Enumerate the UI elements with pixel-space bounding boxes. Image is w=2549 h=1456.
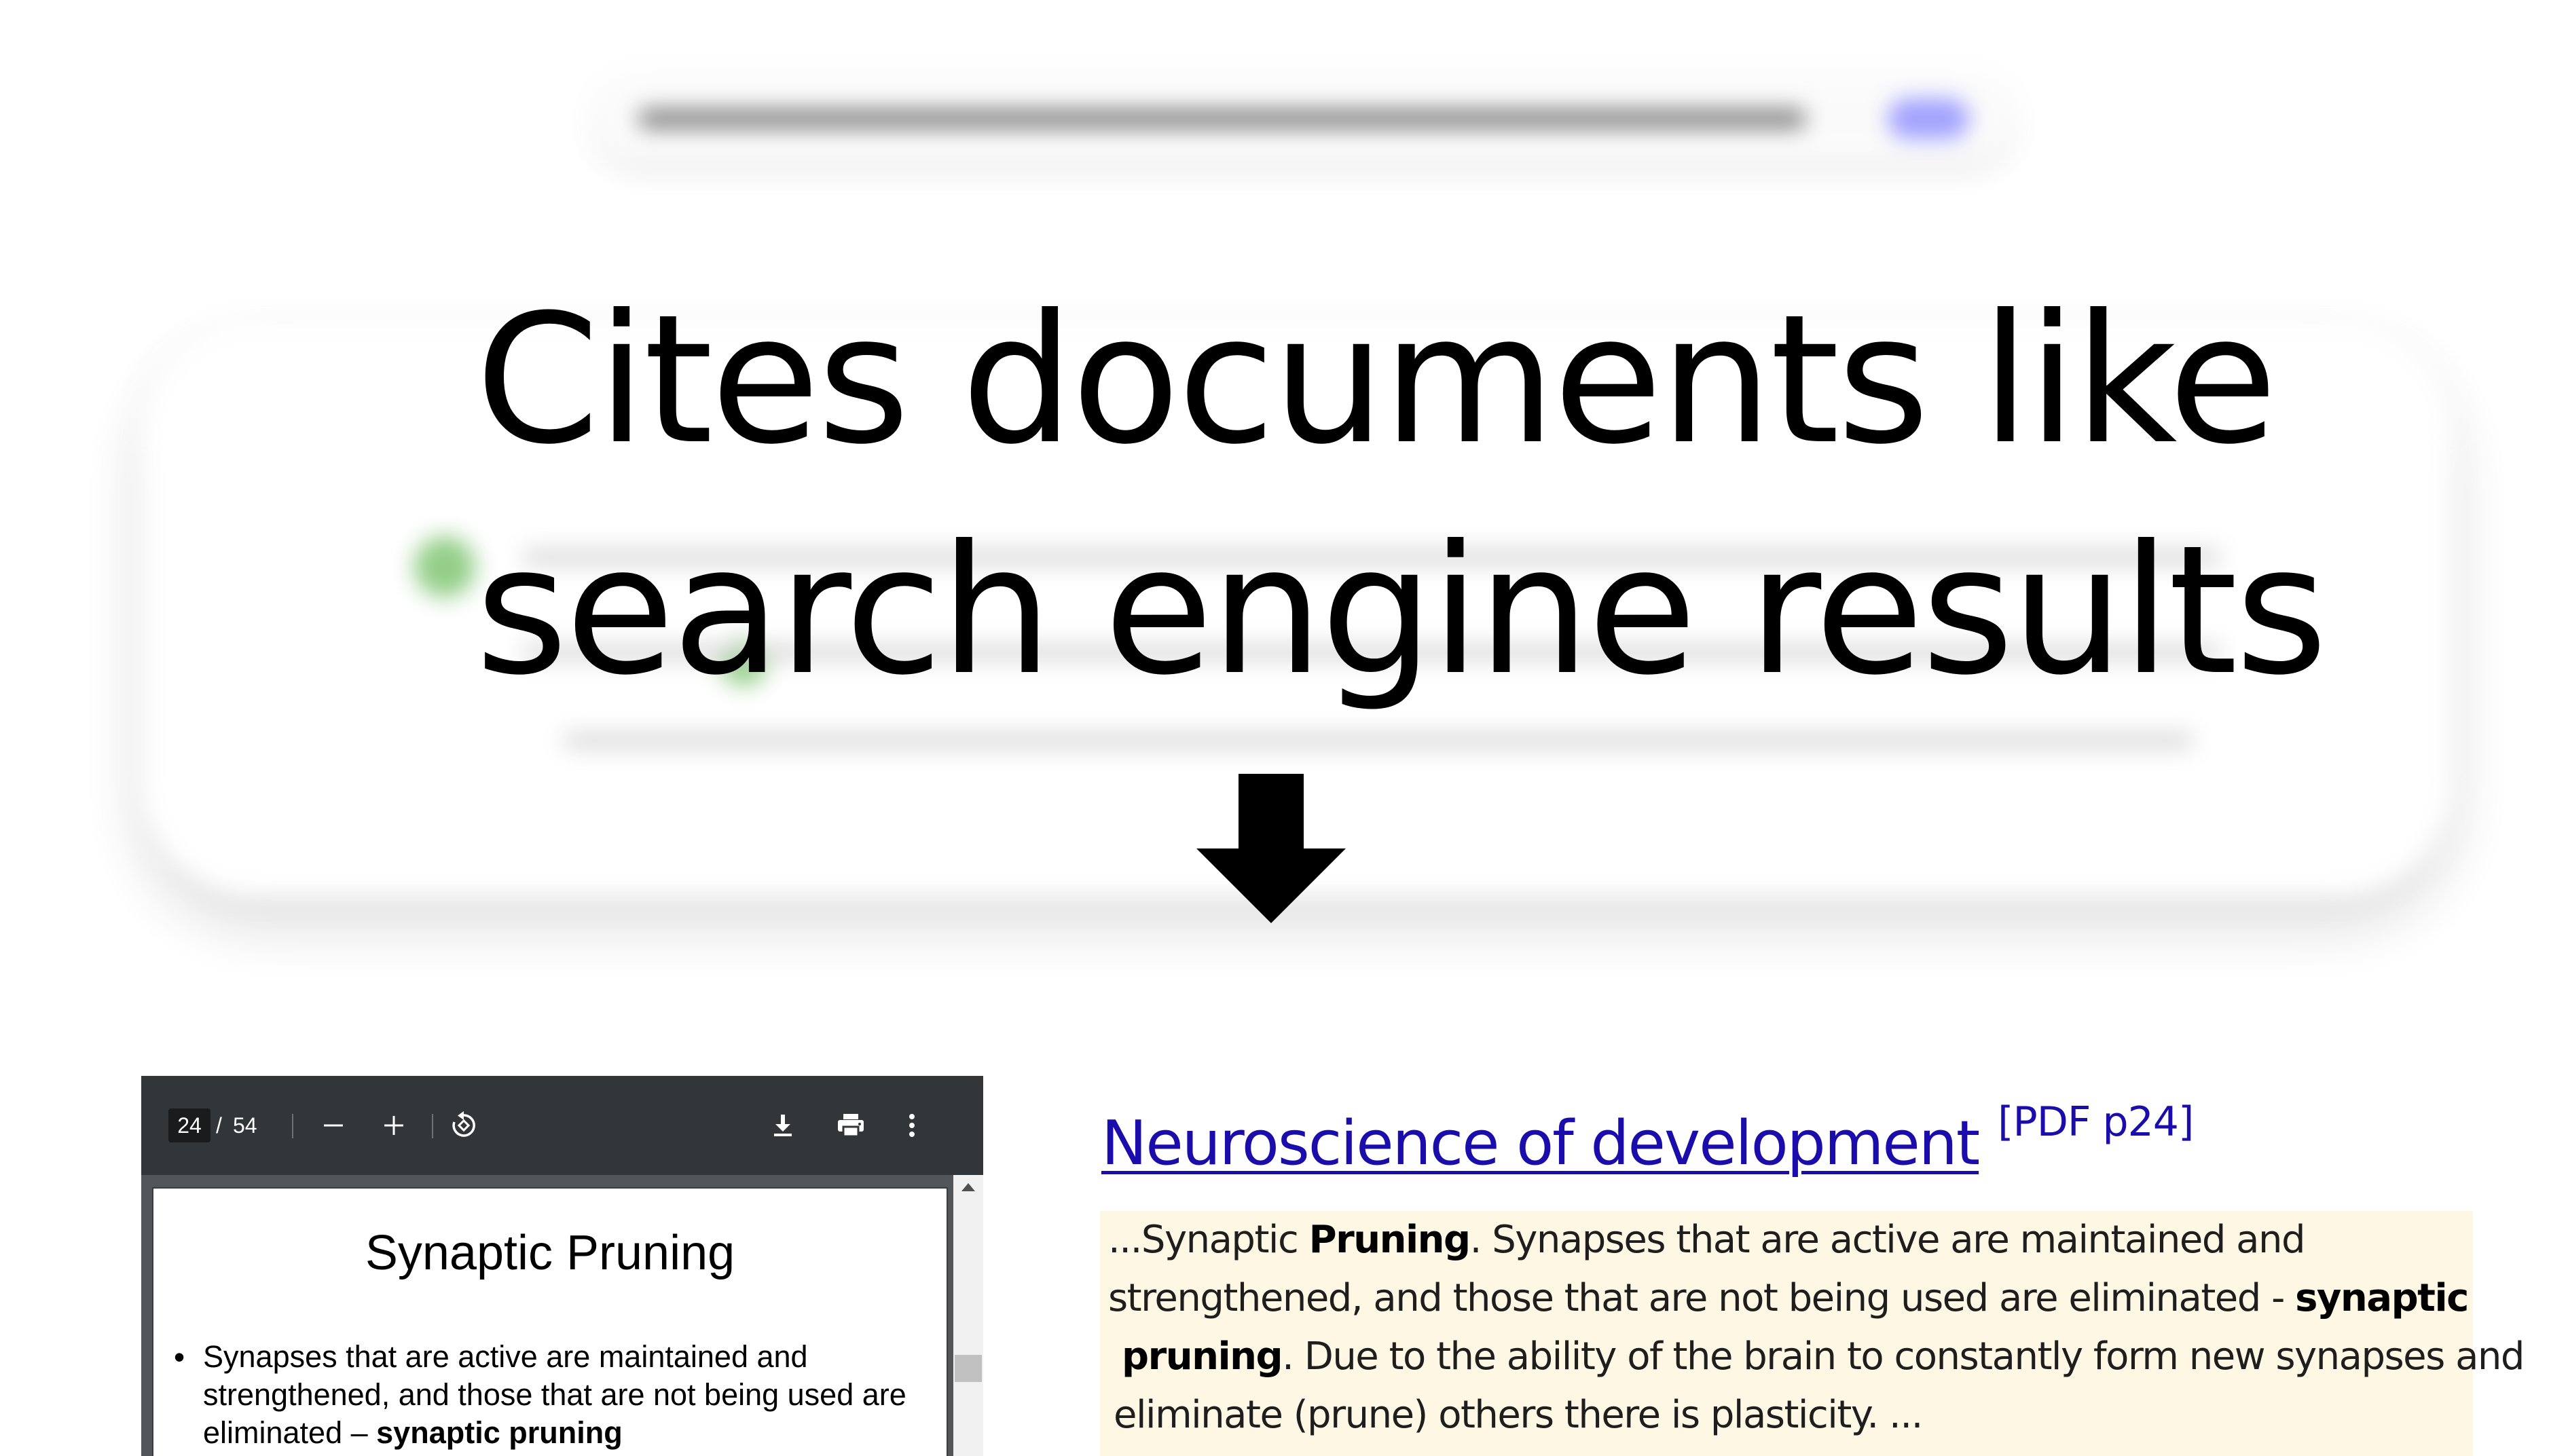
pdf-toolbar: 24 / 54	[141, 1076, 983, 1175]
blurred-search-button	[1888, 98, 1969, 139]
pdf-viewer: 24 / 54 Synaptic Pruning • Synapses that…	[141, 1076, 983, 1456]
pdf-scrollbar[interactable]	[953, 1175, 983, 1456]
print-icon	[838, 1114, 864, 1138]
blurred-text-line	[564, 733, 2193, 748]
snippet-highlight: synaptic	[2295, 1276, 2469, 1320]
slide-bullet-text: Synapses that are active are maintained …	[203, 1338, 936, 1452]
zoom-out-button[interactable]	[316, 1108, 350, 1142]
scroll-up-arrow-icon[interactable]	[961, 1183, 975, 1191]
headline-line-1: Cites documents like	[475, 276, 2277, 483]
slide-canvas: Cites documents like search engine resul…	[0, 0, 2549, 1456]
blurred-search-bar	[598, 78, 2010, 160]
blurred-favicon	[414, 536, 475, 597]
rotate-button[interactable]	[445, 1107, 482, 1144]
scroll-thumb[interactable]	[955, 1355, 982, 1382]
snippet-line: ...Synaptic Pruning. Synapses that are a…	[1108, 1211, 2306, 1269]
result-pdf-page-tag[interactable]: [PDF p24]	[1998, 1098, 2194, 1146]
blurred-search-text	[638, 109, 1806, 129]
snippet-highlight: pruning	[1122, 1334, 1283, 1379]
snippet-text: strengthened, and those that are not bei…	[1108, 1276, 2296, 1320]
snippet-text: . Synapses that are active are maintaine…	[1469, 1218, 2306, 1262]
page-total: 54	[233, 1113, 257, 1138]
more-options-icon	[909, 1114, 915, 1137]
download-icon	[774, 1115, 792, 1136]
result-title-row: Neuroscience of development [PDF p24]	[1101, 1098, 2194, 1181]
snippet-line: pruning. Due to the ability of the brain…	[1122, 1328, 2525, 1386]
snippet-highlight: Pruning	[1308, 1218, 1471, 1262]
result-title-link[interactable]: Neuroscience of development	[1101, 1108, 1980, 1179]
arrow-down-icon	[1196, 774, 1346, 923]
slide-body-bold: synaptic pruning	[376, 1415, 623, 1450]
zoom-in-icon	[384, 1116, 403, 1135]
snippet-text: ...Synaptic	[1108, 1218, 1309, 1262]
result-snippet: ...Synaptic Pruning. Synapses that are a…	[1100, 1211, 2525, 1456]
snippet-line: strengthened, and those that are not bei…	[1108, 1269, 2469, 1328]
headline-line-2: search engine results	[475, 507, 2328, 714]
snippet-text: eliminate (prune) others there is plasti…	[1114, 1393, 1923, 1437]
download-button[interactable]	[765, 1107, 801, 1144]
zoom-out-icon	[324, 1124, 343, 1127]
slide-title: Synaptic Pruning	[365, 1226, 735, 1280]
pdf-page: Synaptic Pruning • Synapses that are act…	[152, 1187, 948, 1456]
toolbar-divider	[292, 1114, 293, 1138]
pdf-page-area: Synaptic Pruning • Synapses that are act…	[141, 1175, 983, 1456]
zoom-in-button[interactable]	[377, 1108, 411, 1142]
page-number-input[interactable]: 24	[168, 1108, 210, 1142]
print-button[interactable]	[832, 1107, 869, 1144]
headline: Cites documents like search engine resul…	[475, 265, 2328, 726]
toolbar-divider	[432, 1114, 433, 1138]
page-separator: /	[216, 1113, 222, 1138]
snippet-line: eliminate (prune) others there is plasti…	[1114, 1386, 1923, 1444]
bullet-marker: •	[174, 1339, 185, 1375]
more-options-button[interactable]	[898, 1107, 925, 1144]
rotate-icon	[452, 1111, 475, 1137]
snippet-text: . Due to the ability of the brain to con…	[1282, 1334, 2525, 1379]
